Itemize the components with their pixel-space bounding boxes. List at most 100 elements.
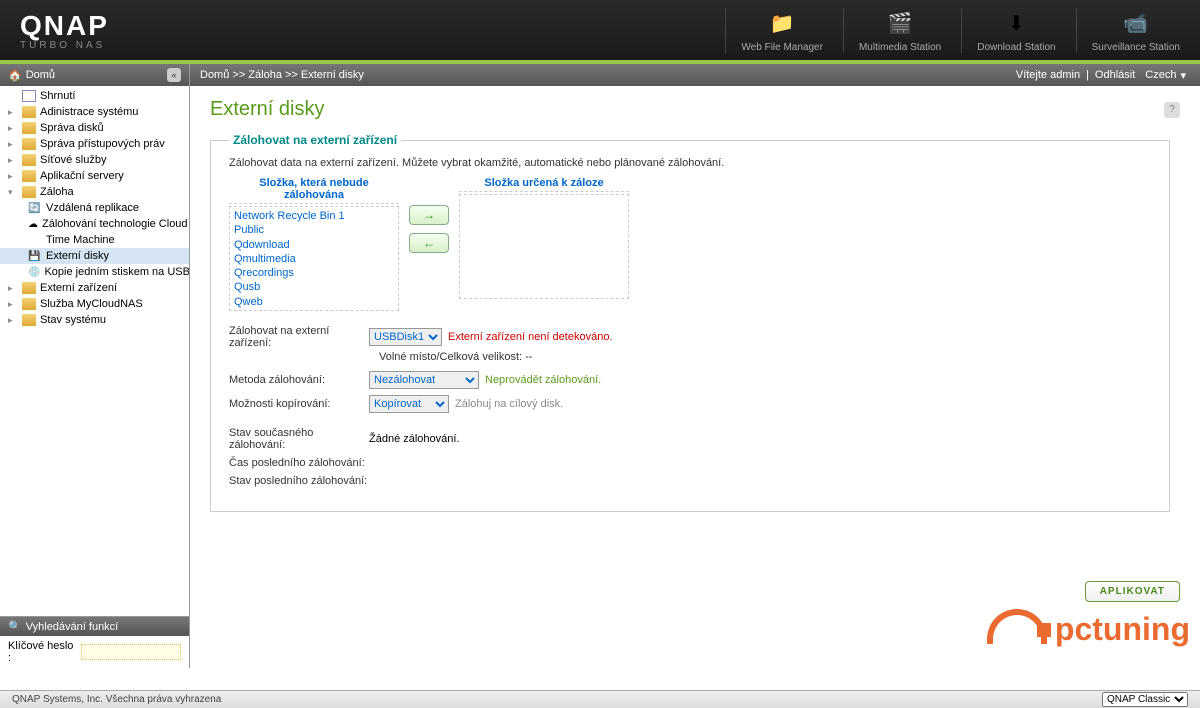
- target-list[interactable]: [459, 194, 629, 299]
- app-header: QNAP TURBO NAS 📁 Web File Manager 🎬Multime…: [0, 0, 1200, 60]
- expand-arrow-icon: ▸: [8, 123, 18, 134]
- folder-icon: [22, 298, 36, 310]
- help-icon[interactable]: ?: [1164, 102, 1180, 118]
- search-input[interactable]: [81, 644, 181, 660]
- last-state-label: Stav posledního zálohování:: [229, 475, 379, 487]
- tree-item[interactable]: ▸Externí zařízení: [0, 280, 189, 296]
- header-shortcut[interactable]: 📁 Web File Manager: [725, 8, 823, 53]
- tree-item[interactable]: ▸ Správa disků: [0, 120, 189, 136]
- folder-transfer: Složka, která nebude zálohována Network …: [229, 177, 1151, 311]
- nav-tree: Shrnutí ▸ Adinistrace systému ▸ Správa disků…: [0, 86, 189, 616]
- header-shortcut[interactable]: 📹Surveillance Station: [1076, 8, 1180, 53]
- content-area: Domů >> Záloha >> Externí disky Vítejte …: [190, 64, 1200, 668]
- document-icon: [22, 90, 36, 102]
- list-item[interactable]: Public: [234, 223, 394, 237]
- brand-subtitle: TURBO NAS: [20, 40, 109, 51]
- brand-name: QNAP: [20, 10, 109, 42]
- expand-arrow-icon: ▸: [8, 107, 18, 118]
- dest-select[interactable]: USBDisk1: [369, 328, 442, 346]
- shortcut-label: Web File Manager: [741, 42, 823, 53]
- tree-subitem[interactable]: Time Machine: [0, 232, 189, 248]
- folder-icon: [22, 154, 36, 166]
- collapse-sidebar-button[interactable]: «: [167, 68, 181, 82]
- copy-label: Možnosti kopírování:: [229, 398, 369, 410]
- tree-label: Externí disky: [46, 250, 109, 262]
- header-shortcut[interactable]: ⬇Download Station: [961, 8, 1055, 53]
- sidebar: 🏠 Domů « Shrnutí▸Adinistrace systému▸Spr…: [0, 64, 190, 668]
- tree-label: Záloha: [40, 186, 74, 198]
- tree-label: Síťové služby: [40, 154, 107, 166]
- list-item[interactable]: Qdownload: [234, 238, 394, 252]
- shortcut-icon: 📁: [766, 8, 798, 40]
- logout-link[interactable]: Odhlásit: [1095, 69, 1135, 81]
- welcome-text: Vítejte admin: [1016, 69, 1080, 81]
- tree-item[interactable]: ▸ Adinistrace systému: [0, 104, 189, 120]
- list-item[interactable]: Network Recycle Bin 1: [234, 209, 394, 223]
- breadcrumb[interactable]: Domů >> Záloha >> Externí disky: [200, 69, 364, 81]
- main-layout: 🏠 Domů « Shrnutí▸Adinistrace systému▸Spr…: [0, 64, 1200, 668]
- tree-label: Adinistrace systému: [40, 106, 138, 118]
- status-value: Žádné zálohování.: [369, 433, 460, 445]
- tree-label: Aplikační servery: [40, 170, 124, 182]
- method-label: Metoda zálohování:: [229, 374, 369, 386]
- theme-select[interactable]: QNAP Classic: [1102, 692, 1188, 707]
- tree-item[interactable]: ▸Stav systému: [0, 312, 189, 328]
- tree-item[interactable]: ▸Síťové služby: [0, 152, 189, 168]
- tree-label: Služba MyCloudNAS: [40, 298, 143, 310]
- list-item[interactable]: Qweb: [234, 295, 394, 309]
- home-link[interactable]: 🏠 Domů: [8, 69, 55, 82]
- header-shortcuts: 📁 Web File Manager 🎬Multimedia Station ⬇Dow…: [725, 8, 1180, 53]
- tree-item[interactable]: ▸Aplikační servery: [0, 168, 189, 184]
- language-selector[interactable]: Czech ▾: [1141, 69, 1190, 82]
- content-topbar: Domů >> Záloha >> Externí disky Vítejte …: [190, 64, 1200, 86]
- list-item[interactable]: Qmultimedia: [234, 252, 394, 266]
- folder-icon: [22, 170, 36, 182]
- tree-item[interactable]: ▸Služba MyCloudNAS: [0, 296, 189, 312]
- expand-arrow-icon: ▾: [8, 187, 18, 198]
- page-title-row: Externí disky ?: [210, 98, 1180, 121]
- tree-subitem[interactable]: ☁Zálohování technologie Cloud: [0, 216, 189, 232]
- header-shortcut[interactable]: 🎬Multimedia Station: [843, 8, 941, 53]
- list-item[interactable]: Qrecordings: [234, 266, 394, 280]
- dest-label: Zálohovat na externí zařízení:: [229, 325, 369, 349]
- tree-item[interactable]: ▾ Záloha: [0, 184, 189, 200]
- source-header: Složka, která nebude zálohována: [229, 177, 399, 204]
- method-select[interactable]: Nezálohovat: [369, 371, 479, 389]
- move-left-button[interactable]: ←: [409, 233, 449, 253]
- item-icon: ☁: [28, 219, 38, 230]
- apply-button[interactable]: APLIKOVAT: [1085, 581, 1180, 602]
- folder-icon: [22, 282, 36, 294]
- list-item[interactable]: Qusb: [234, 280, 394, 294]
- search-title: Vyhledávání funkcí: [26, 621, 119, 633]
- fieldset-legend: Zálohovat na externí zařízení: [229, 133, 401, 147]
- dest-subinfo: Volné místo/Celková velikost: --: [379, 351, 1151, 363]
- tree-subitem[interactable]: 🔄Vzdálená replikace: [0, 200, 189, 216]
- shortcut-label: Surveillance Station: [1092, 42, 1180, 53]
- fieldset-description: Zálohovat data na externí zařízení. Může…: [229, 157, 1151, 169]
- expand-arrow-icon: ▸: [8, 139, 18, 150]
- copyright: QNAP Systems, Inc. Všechna práva vyhraze…: [12, 694, 221, 705]
- item-icon: 💾: [28, 251, 42, 262]
- source-listbox: Složka, která nebude zálohována Network …: [229, 177, 399, 311]
- shortcut-icon: ⬇: [1000, 8, 1032, 40]
- tree-item[interactable]: Shrnutí: [0, 88, 189, 104]
- folder-icon: [22, 138, 36, 150]
- shortcut-label: Multimedia Station: [859, 42, 941, 53]
- home-label: Domů: [26, 69, 55, 81]
- chevron-down-icon: ▾: [1180, 69, 1186, 82]
- arrow-left-icon: ←: [423, 236, 435, 250]
- tree-label: Stav systému: [40, 314, 106, 326]
- source-list[interactable]: Network Recycle Bin 1PublicQdownloadQmul…: [229, 206, 399, 311]
- tree-subitem[interactable]: 💾 Externí disky: [0, 248, 189, 264]
- tree-subitem[interactable]: 💿Kopie jedním stiskem na USB: [0, 264, 189, 280]
- last-time-label: Čas posledního zálohování:: [229, 457, 379, 469]
- copy-select[interactable]: Kopírovat: [369, 395, 449, 413]
- tree-label: Správa disků: [40, 122, 104, 134]
- target-header: Složka určená k záloze: [459, 177, 629, 192]
- folder-icon: [22, 186, 36, 198]
- tree-item[interactable]: ▸Správa přístupových práv: [0, 136, 189, 152]
- expand-arrow-icon: ▸: [8, 283, 18, 294]
- folder-icon: [22, 122, 36, 134]
- move-right-button[interactable]: →: [409, 205, 449, 225]
- item-icon: 💿: [28, 267, 40, 278]
